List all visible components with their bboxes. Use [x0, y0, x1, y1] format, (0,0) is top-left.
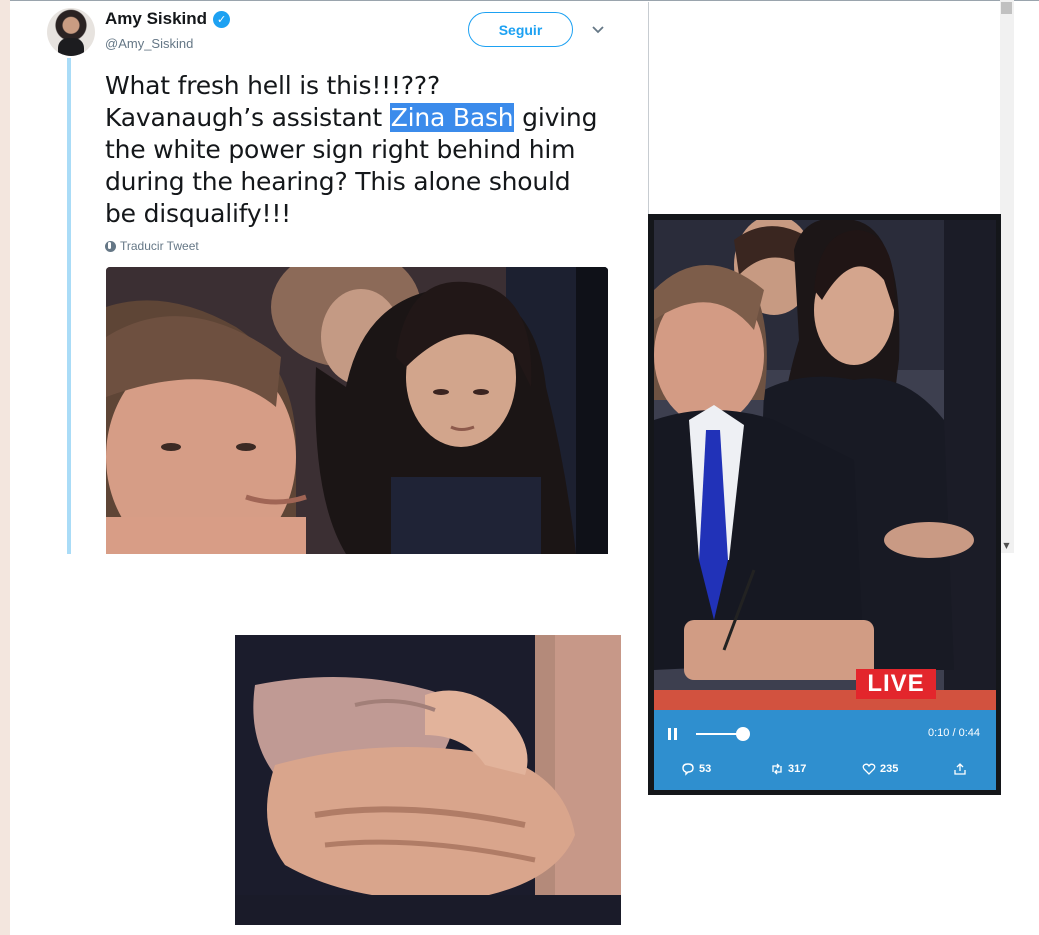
- retweet-count: 317: [788, 763, 807, 775]
- retweet-action[interactable]: 317: [770, 762, 806, 776]
- live-badge: LIVE: [856, 669, 936, 699]
- translate-label[interactable]: Traducir Tweet: [120, 239, 199, 253]
- panel-divider: [648, 2, 649, 214]
- top-border: [10, 0, 1039, 1]
- hands-closeup-photo[interactable]: [235, 635, 621, 925]
- thread-line: [67, 58, 71, 554]
- tweet-text-fragment: Kavanaugh’s assistant: [105, 103, 390, 132]
- avatar[interactable]: [47, 8, 95, 56]
- tweet-text-line: during the hearing? This alone should: [105, 167, 571, 196]
- tweet-text: What fresh hell is this!!!??? Kavanaugh’…: [105, 70, 625, 230]
- reply-count: 53: [699, 763, 712, 775]
- video-time-readout: 0:10 / 0:44: [928, 727, 980, 739]
- scrollbar[interactable]: [1000, 0, 1014, 553]
- scrollbar-thumb[interactable]: [1001, 2, 1012, 14]
- tweet-text-line: the white power sign right behind him: [105, 135, 576, 164]
- tweet-text-line: Kavanaugh’s assistant Zina Bash giving: [105, 102, 625, 134]
- author-handle[interactable]: @Amy_Siskind: [105, 36, 193, 51]
- video-progress-knob[interactable]: [736, 727, 750, 741]
- globe-icon: [105, 240, 116, 252]
- share-action[interactable]: [953, 762, 967, 776]
- author-name-row[interactable]: Amy Siskind ✓: [105, 9, 231, 29]
- selected-text-highlight: Zina Bash: [389, 103, 515, 132]
- follow-button[interactable]: Seguir: [468, 12, 573, 47]
- translate-tweet-link[interactable]: Traducir Tweet: [105, 239, 199, 253]
- like-count: 235: [880, 763, 899, 775]
- share-icon: [954, 763, 966, 775]
- tweet-photo[interactable]: [106, 267, 608, 554]
- like-action[interactable]: 235: [862, 762, 898, 776]
- pause-icon[interactable]: [668, 728, 678, 740]
- tweet-text-line: be disqualify!!!: [105, 199, 291, 228]
- video-frame[interactable]: [654, 220, 996, 790]
- scroll-down-icon[interactable]: ▼: [1001, 541, 1012, 551]
- tweet-text-line: What fresh hell is this!!!???: [105, 71, 441, 100]
- tweet-text-fragment: giving: [514, 103, 598, 132]
- chevron-down-icon[interactable]: [590, 22, 606, 38]
- retweet-icon: [772, 763, 782, 775]
- author-name[interactable]: Amy Siskind: [105, 9, 207, 29]
- page-left-edge: [0, 0, 10, 935]
- verified-icon: ✓: [213, 10, 231, 28]
- reply-icon: [682, 763, 694, 776]
- like-icon: [862, 763, 876, 775]
- reply-action[interactable]: 53: [681, 762, 711, 776]
